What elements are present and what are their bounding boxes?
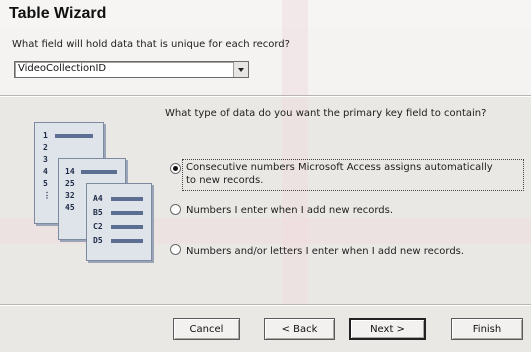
option-numbers-label[interactable]: Numbers I enter when I add new records. xyxy=(186,204,393,217)
card-cell: 45 xyxy=(65,203,75,212)
radio-numbers-letters[interactable] xyxy=(170,244,181,255)
primary-key-question: What type of data do you want the primar… xyxy=(165,108,487,119)
radio-numbers-i-enter[interactable] xyxy=(170,204,181,215)
unique-field-value: VideoCollectionID xyxy=(18,63,107,74)
finish-button[interactable]: Finish xyxy=(451,318,523,340)
unique-field-question: What field will hold data that is unique… xyxy=(12,39,290,50)
card-cell: 4 xyxy=(43,167,48,176)
next-button[interactable]: Next > xyxy=(349,318,426,340)
option-numbers-letters-label[interactable]: Numbers and/or letters I enter when I ad… xyxy=(186,245,464,258)
card-cell: 1 xyxy=(43,131,48,140)
card-cell: 25 xyxy=(65,179,75,188)
card-cell: 32 xyxy=(65,191,75,200)
option-consecutive-line2: to new records. xyxy=(186,175,264,186)
chevron-down-icon[interactable] xyxy=(233,62,248,77)
card-cell: ⋮ xyxy=(43,191,51,200)
divider xyxy=(0,305,531,306)
card-bar xyxy=(111,211,143,215)
back-button[interactable]: < Back xyxy=(264,318,335,340)
card-bar xyxy=(111,239,143,243)
card-bar xyxy=(111,225,143,229)
option-consecutive-label[interactable]: Consecutive numbers Microsoft Access ass… xyxy=(186,161,493,187)
card-bar xyxy=(55,134,93,138)
card-cell: B5 xyxy=(93,208,103,217)
watermark-stripe xyxy=(282,97,308,304)
card-cell: A4 xyxy=(93,194,103,203)
card-cell: 3 xyxy=(43,155,48,164)
unique-field-combo[interactable]: VideoCollectionID xyxy=(14,61,249,78)
cancel-button[interactable]: Cancel xyxy=(173,318,240,340)
card-bar xyxy=(81,170,117,174)
record-card-3: A4 B5 C2 D5 xyxy=(86,183,152,261)
card-cell: 14 xyxy=(65,167,75,176)
option-consecutive-line1: Consecutive numbers Microsoft Access ass… xyxy=(186,162,493,173)
radio-consecutive-numbers[interactable] xyxy=(170,163,181,174)
title-bar: Table Wizard xyxy=(0,0,531,28)
card-bar xyxy=(111,197,143,201)
window-title: Table Wizard xyxy=(9,5,107,22)
card-cell: 5 xyxy=(43,179,48,188)
card-cell: C2 xyxy=(93,222,103,231)
card-cell: D5 xyxy=(93,236,103,245)
card-cell: 2 xyxy=(43,143,48,152)
